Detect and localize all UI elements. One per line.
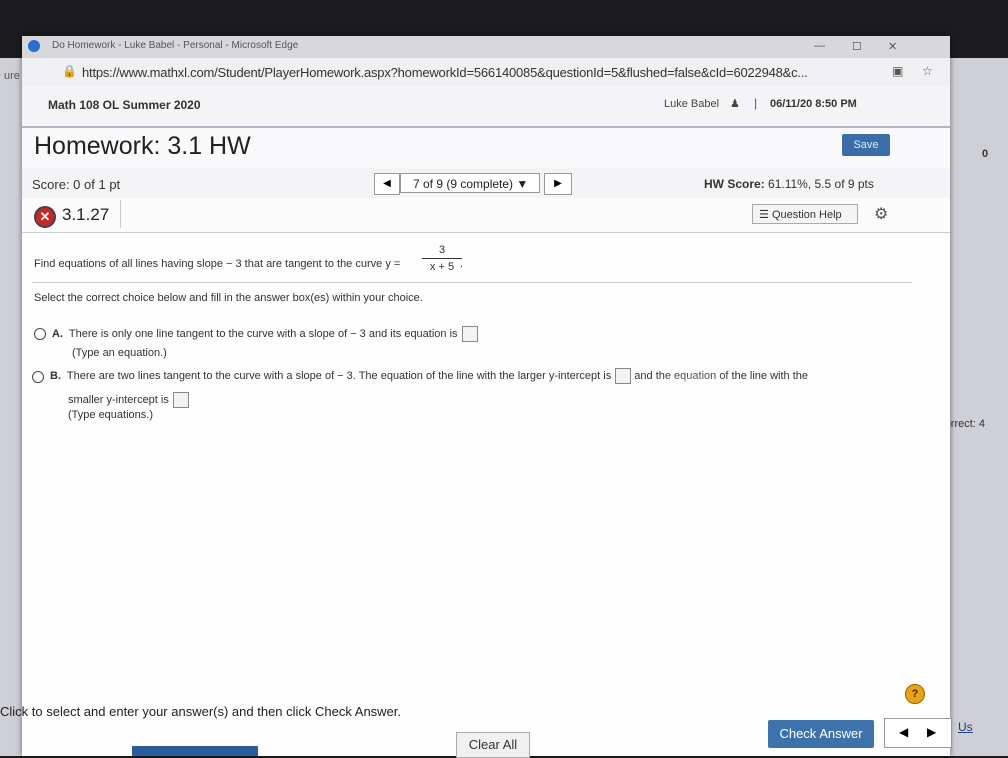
hw-score-label: HW Score: xyxy=(704,177,765,191)
fraction-numerator: 3 xyxy=(438,244,446,256)
minimize-icon[interactable]: — xyxy=(814,40,825,52)
choice-a-text: There is only one line tangent to the cu… xyxy=(68,327,458,340)
background-info-text: 0 xyxy=(982,148,989,160)
list-icon: ☰ xyxy=(759,209,769,221)
choice-a-letter: A. xyxy=(52,327,63,340)
question-help-button[interactable]: ☰ Question Help xyxy=(752,204,858,224)
choice-b-answer-box-1[interactable] xyxy=(615,368,632,384)
question-divider xyxy=(32,282,912,283)
question-help-label: Question Help xyxy=(771,209,842,221)
previous-question-button[interactable]: ◀ xyxy=(374,173,400,195)
check-answer-button[interactable]: Check Answer xyxy=(768,720,874,748)
choice-b-hint: (Type equations.) xyxy=(68,409,153,421)
score-text: Score: 0 of 1 pt xyxy=(32,177,121,192)
hw-score-value: 61.11%, 5.5 of 9 pts xyxy=(768,177,874,191)
choice-a[interactable]: A. There is only one line tangent to the… xyxy=(52,326,478,342)
lock-icon: 🔒 xyxy=(62,64,77,78)
bottom-prev-icon[interactable]: ◀ xyxy=(899,725,908,739)
fraction: 3 x + 5 xyxy=(422,244,462,273)
fraction-tail: . xyxy=(460,258,464,270)
bottom-next-icon[interactable]: ▶ xyxy=(927,725,936,739)
user-icon: ♟ xyxy=(730,98,740,110)
choice-b-line2: smaller y-intercept is xyxy=(68,392,189,408)
score-bar: Score: 0 of 1 pt ◀ 7 of 9 (9 complete) ▼… xyxy=(22,168,950,199)
save-button[interactable]: Save xyxy=(842,134,890,156)
course-title: Math 108 OL Summer 2020 xyxy=(48,98,201,112)
question-select-label: 7 of 9 (9 complete) xyxy=(413,177,514,191)
choice-b-answer-box-2[interactable] xyxy=(172,392,189,408)
footer-message: Click to select and enter your answer(s)… xyxy=(0,704,402,719)
close-icon[interactable]: ✕ xyxy=(888,40,897,53)
edge-icon xyxy=(28,40,40,52)
contact-us-link[interactable]: Us xyxy=(958,720,973,734)
user-name[interactable]: Luke Babel xyxy=(664,98,719,110)
question-number: 3.1.27 xyxy=(62,205,110,224)
next-question-button[interactable]: ▶ xyxy=(544,173,572,195)
choice-a-answer-box[interactable] xyxy=(461,326,478,342)
choice-b[interactable]: B. There are two lines tangent to the cu… xyxy=(50,368,870,384)
hw-score: HW Score: 61.11%, 5.5 of 9 pts xyxy=(704,177,874,191)
homework-content: Homework: 3.1 HW Save Score: 0 of 1 pt ◀… xyxy=(22,128,950,756)
clear-all-button[interactable]: Clear All xyxy=(456,732,530,758)
course-header: Math 108 OL Summer 2020 Luke Babel ♟ | 0… xyxy=(22,86,950,128)
maximize-icon[interactable]: ☐ xyxy=(852,40,862,53)
fraction-denominator: x + 5 xyxy=(429,261,455,273)
incorrect-x-icon: ✕ xyxy=(34,206,56,228)
divider xyxy=(120,200,121,228)
choice-b-mid-text: and the equation of the line with the xyxy=(634,369,808,382)
choice-b-text: There are two lines tangent to the curve… xyxy=(66,369,612,382)
question-bar: ✕ 3.1.27 ☰ Question Help ⚙ xyxy=(22,198,950,233)
choice-a-radio[interactable] xyxy=(34,328,46,340)
separator: | xyxy=(754,96,758,110)
bottom-nav: ◀ ▶ xyxy=(884,718,952,748)
date-time: 06/11/20 8:50 PM xyxy=(770,98,857,110)
help-icon[interactable]: ? xyxy=(905,684,925,704)
chevron-down-icon: ▼ xyxy=(516,177,529,191)
choice-a-hint: (Type an equation.) xyxy=(72,347,167,359)
question-prompt: Find equations of all lines having slope… xyxy=(34,258,401,270)
choice-b-radio[interactable] xyxy=(32,371,44,383)
choice-b-line2-text: smaller y-intercept is xyxy=(68,393,169,406)
favorite-star-icon[interactable]: ☆ xyxy=(922,64,933,78)
homework-header: Homework: 3.1 HW Save xyxy=(22,128,950,169)
homework-title: Homework: 3.1 HW xyxy=(34,132,251,160)
fraction-bar xyxy=(422,258,462,259)
url-text[interactable]: https://www.mathxl.com/Student/PlayerHom… xyxy=(82,65,808,80)
choice-b-letter: B. xyxy=(50,369,61,382)
address-bar[interactable]: 🔒 https://www.mathxl.com/Student/PlayerH… xyxy=(22,58,950,86)
instruction-text: Select the correct choice below and fill… xyxy=(34,292,423,304)
background-tab-text: ure xyxy=(4,70,20,82)
reading-view-icon[interactable]: ▣ xyxy=(892,64,903,78)
window-title: Do Homework - Luke Babel - Personal - Mi… xyxy=(52,40,299,51)
blue-tab-strip xyxy=(132,746,258,756)
title-bar: Do Homework - Luke Babel - Personal - Mi… xyxy=(22,36,950,58)
gear-icon[interactable]: ⚙ xyxy=(874,204,888,224)
question-select[interactable]: 7 of 9 (9 complete) ▼ xyxy=(400,173,540,193)
